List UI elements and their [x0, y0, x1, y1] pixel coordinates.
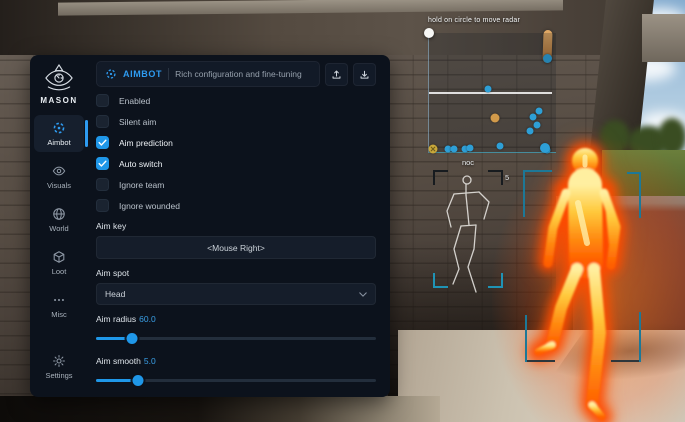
checkbox-unchecked[interactable] [96, 178, 109, 191]
bracket-segment [639, 312, 641, 362]
tab-header-chip[interactable]: AIMBOT Rich configuration and fine-tunin… [96, 61, 320, 87]
bracket-segment [611, 360, 639, 362]
sidebar-item-label: Settings [45, 371, 72, 380]
slider-thumb[interactable] [127, 333, 138, 344]
bg-ground-dark [0, 396, 440, 422]
sidebar-item-label: Visuals [47, 181, 71, 190]
sidebar-item-label: Misc [51, 310, 66, 319]
crosshair-icon [52, 121, 66, 135]
mason-eye-icon [41, 63, 77, 93]
checkbox-checked[interactable] [96, 136, 109, 149]
toggle-label: Silent aim [119, 117, 156, 127]
radar-orange-dot [491, 114, 500, 123]
toggle-enabled[interactable]: Enabled [96, 94, 376, 107]
radar-blue-dot [534, 122, 541, 129]
radar-dots [429, 33, 556, 152]
aim-spot-select[interactable]: Head [96, 283, 376, 305]
toggle-label: Ignore team [119, 180, 164, 190]
toggle-ignore-team[interactable]: Ignore team [96, 178, 376, 191]
sidebar-item-visuals[interactable]: Visuals [34, 158, 84, 195]
radar-blue-dot [497, 143, 504, 150]
radar-blue-dot [536, 108, 543, 115]
toggle-label: Aim prediction [119, 138, 173, 148]
checkbox-unchecked[interactable] [96, 199, 109, 212]
sidebar-item-loot[interactable]: Loot [34, 244, 84, 281]
slider-track[interactable] [96, 337, 376, 340]
esp-head-dot [540, 143, 550, 153]
toggle-aim-prediction[interactable]: Aim prediction [96, 136, 376, 149]
globe-icon [52, 207, 66, 221]
main-content: AIMBOT Rich configuration and fine-tunin… [88, 55, 390, 397]
toggle-label: Ignore wounded [119, 201, 180, 211]
bracket-segment [639, 172, 641, 218]
toggle-label: Enabled [119, 96, 150, 106]
skeleton-esp-box: noc 5 [433, 170, 503, 288]
sidebar-item-aimbot[interactable]: Aimbot [34, 115, 84, 152]
esp-distance-label: 5 [505, 173, 509, 182]
gear-icon [52, 354, 66, 368]
download-icon [359, 69, 370, 80]
bg-rock-block [642, 14, 685, 62]
slider-thumb[interactable] [133, 375, 144, 386]
header-divider [168, 68, 169, 80]
aim-radius-slider[interactable] [96, 333, 376, 344]
radar-blue-dot [451, 146, 458, 153]
chevron-down-icon [359, 292, 367, 297]
brand-logo: MASON [40, 63, 77, 105]
download-config-button[interactable] [353, 63, 376, 86]
radar-self-marker [429, 145, 438, 154]
upload-icon [331, 69, 342, 80]
brand-name: MASON [40, 96, 77, 105]
header-row: AIMBOT Rich configuration and fine-tunin… [96, 62, 376, 86]
sidebar-nav: Aimbot Visuals World Loot Misc Settings [30, 115, 88, 385]
aim-radius-label: Aim radius60.0 [96, 314, 376, 324]
aim-smooth-label: Aim smooth5.0 [96, 356, 376, 366]
checkbox-unchecked[interactable] [96, 94, 109, 107]
toggle-ignore-wounded[interactable]: Ignore wounded [96, 199, 376, 212]
tab-subtitle: Rich configuration and fine-tuning [175, 69, 302, 79]
sidebar-item-label: Loot [52, 267, 67, 276]
aimbot-reticle-icon [105, 68, 117, 80]
skeleton-bones [433, 170, 503, 300]
toggle-auto-switch[interactable]: Auto switch [96, 157, 376, 170]
aim-spot-value: Head [105, 289, 125, 299]
bracket-segment [523, 170, 552, 172]
sidebar-item-settings[interactable]: Settings [34, 348, 84, 385]
eye-icon [52, 164, 66, 178]
radar: hold on circle to move radar [428, 33, 556, 153]
radar-hint-text: hold on circle to move radar [428, 17, 568, 24]
sidebar-item-misc[interactable]: Misc [34, 287, 84, 324]
radar-blue-dot [530, 114, 537, 121]
dots-icon [52, 293, 66, 307]
cheat-menu-window: MASON Aimbot Visuals World Loot Misc Settings… [30, 55, 390, 397]
aim-spot-label: Aim spot [96, 268, 376, 278]
bracket-segment [527, 360, 555, 362]
aim-key-button[interactable]: <Mouse Right> [96, 236, 376, 259]
upload-config-button[interactable] [325, 63, 348, 86]
sidebar-item-world[interactable]: World [34, 201, 84, 238]
aim-smooth-slider[interactable] [96, 375, 376, 386]
player-esp-box [523, 170, 641, 362]
bracket-segment [525, 315, 527, 362]
toggle-list: Enabled Silent aim Aim prediction Auto swit… [96, 94, 376, 212]
bracket-segment [523, 170, 525, 217]
tab-title: AIMBOT [123, 69, 162, 79]
radar-blue-dot [485, 86, 492, 93]
aim-smooth-value: 5.0 [144, 356, 156, 366]
checkbox-unchecked[interactable] [96, 115, 109, 128]
active-tab-indicator [85, 120, 88, 147]
sidebar-item-label: Aimbot [47, 138, 70, 147]
aim-radius-value: 60.0 [139, 314, 156, 324]
sidebar-item-label: World [49, 224, 68, 233]
toggle-silent-aim[interactable]: Silent aim [96, 115, 376, 128]
aim-key-label: Aim key [96, 221, 376, 231]
radar-blue-dot [527, 128, 534, 135]
radar-blue-dot [467, 145, 474, 152]
checkbox-checked[interactable] [96, 157, 109, 170]
esp-name-label: noc [433, 158, 503, 167]
toggle-label: Auto switch [119, 159, 162, 169]
screenshot-stage: hold on circle to move radar noc 5 [0, 0, 685, 422]
sidebar: MASON Aimbot Visuals World Loot Misc Settings [30, 55, 88, 397]
box-icon [52, 250, 66, 264]
